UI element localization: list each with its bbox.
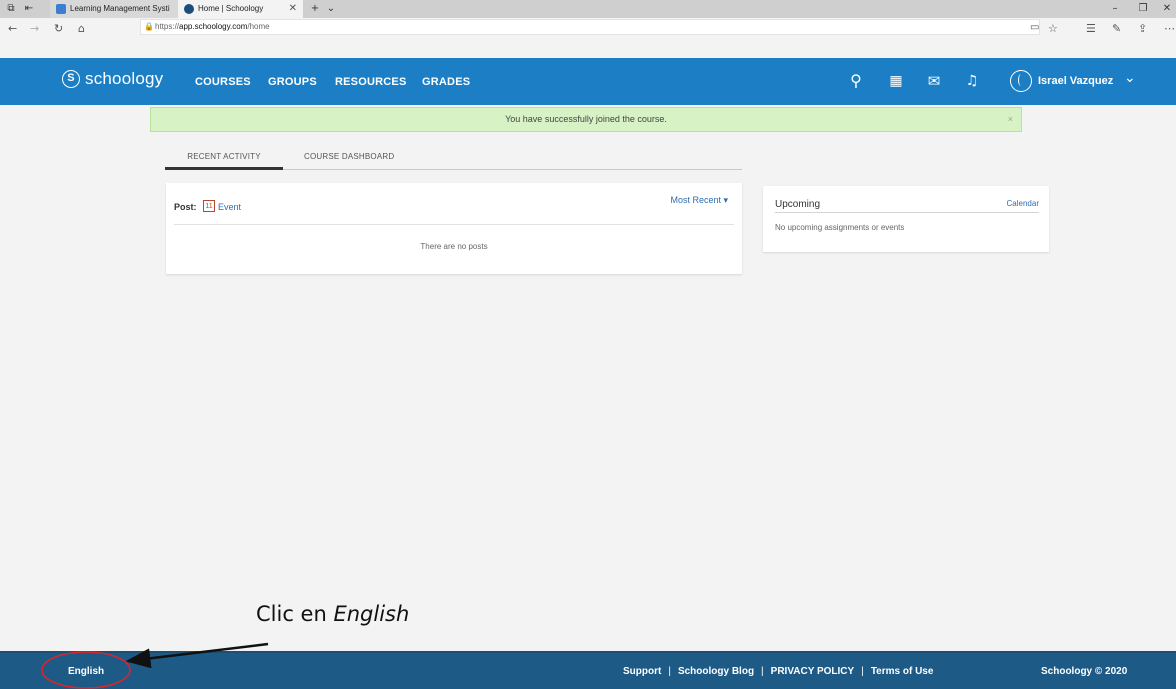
lock-icon: 🔒 [144,22,154,31]
user-name[interactable]: Israel Vazquez [1038,75,1113,87]
mail-icon[interactable]: ✉ [924,71,944,91]
browser-tab-bar: ⧉ ⇤ Learning Management Systi Home | Sch… [0,0,1176,18]
footer-link-blog[interactable]: Schoology Blog [678,666,754,677]
close-banner-icon[interactable]: × [1008,108,1013,131]
browser-tab-lms[interactable]: Learning Management Systi [50,0,178,18]
activity-tabs: RECENT ACTIVITY COURSE DASHBOARD [165,148,742,170]
empty-feed-message: There are no posts [420,242,488,251]
bell-icon[interactable]: ♫ [962,71,982,91]
url-host: app.schoology.com [179,22,248,31]
schoology-logo[interactable]: S schoology [62,69,163,89]
activity-feed-card: Post: 11 Event Most Recent ▾ There are n… [166,183,742,274]
close-tab-icon[interactable]: ✕ [289,0,297,18]
site-footer: English Support | Schoology Blog | PRIVACY P… [0,651,1176,689]
browser-address-bar: ← → ↻ ⌂ 🔒 https://app.schoology.com/home… [0,18,1176,58]
minimize-icon[interactable]: – [1108,2,1122,16]
annotation-text: Clic en English [256,602,409,626]
calendar-link[interactable]: Calendar [1007,199,1039,208]
tab-list-chevron-icon[interactable]: ⌄ [324,2,338,16]
tab-course-dashboard[interactable]: COURSE DASHBOARD [304,152,394,161]
separator: | [668,666,671,677]
sort-dropdown[interactable]: Most Recent ▾ [670,195,728,206]
schoology-logo-mark: S [62,70,80,88]
separator: | [761,666,764,677]
upcoming-card: Upcoming Calendar No upcoming assignment… [763,186,1049,252]
nav-groups[interactable]: GROUPS [268,76,317,88]
post-event-link[interactable]: Event [218,202,241,212]
browser-tab-home[interactable]: Home | Schoology ✕ [178,0,303,18]
url-prefix: https:// [155,22,180,31]
browser-tab-title: Learning Management Systi [70,4,170,13]
search-icon[interactable]: ⚲ [846,71,866,91]
tab-recent-activity[interactable]: RECENT ACTIVITY [165,148,283,170]
restore-icon[interactable]: ❐ [1136,2,1150,16]
tab-actions-icon[interactable]: ⧉ [4,2,18,16]
divider [775,212,1039,213]
site-header: S schoology COURSES GROUPS RESOURCES GRA… [0,58,1176,105]
reading-view-icon[interactable]: ▭ [1030,22,1039,33]
more-icon[interactable]: ⋯ [1164,22,1175,35]
language-selector[interactable]: English [68,666,104,677]
success-message: You have successfully joined the course. [505,114,667,124]
nav-grades[interactable]: GRADES [422,76,470,88]
refresh-icon[interactable]: ↻ [54,22,63,35]
back-icon[interactable]: ← [8,22,17,35]
nav-resources[interactable]: RESOURCES [335,76,406,88]
user-menu-chevron-icon[interactable]: ⌄ [1124,70,1136,86]
annotation-emphasis: English [333,602,410,626]
new-tab-icon[interactable]: + [308,2,322,16]
schoology-favicon-icon [56,4,66,14]
upcoming-title: Upcoming [775,199,821,210]
browser-tab-title: Home | Schoology [198,4,264,13]
copyright: Schoology © 2020 [1041,666,1128,677]
upcoming-empty-message: No upcoming assignments or events [775,223,905,232]
share-icon[interactable]: ⇪ [1138,22,1147,35]
separator: | [861,666,864,677]
success-banner: You have successfully joined the course.… [150,107,1022,132]
avatar[interactable] [1010,70,1032,92]
url-field[interactable]: 🔒 https://app.schoology.com/home [140,19,1040,35]
calendar-icon[interactable]: ▦ [886,71,906,91]
annotation-prefix: Clic en [256,602,334,626]
close-window-icon[interactable]: ✕ [1160,2,1174,16]
divider [174,224,734,225]
calendar-event-icon[interactable]: 11 [203,200,215,212]
home-icon[interactable]: ⌂ [78,22,85,35]
set-aside-tabs-icon[interactable]: ⇤ [22,2,36,16]
footer-link-support[interactable]: Support [623,666,661,677]
schoology-logo-text: schoology [85,69,164,88]
forward-icon[interactable]: → [30,22,39,35]
schoology-favicon-icon [184,4,194,14]
footer-link-terms[interactable]: Terms of Use [871,666,934,677]
post-label: Post: [174,202,197,212]
url-path: /home [247,22,270,31]
nav-courses[interactable]: COURSES [195,76,251,88]
footer-link-privacy[interactable]: PRIVACY POLICY [771,666,855,677]
notes-pen-icon[interactable]: ✎ [1112,22,1121,35]
favorite-star-icon[interactable]: ☆ [1048,22,1058,35]
favorites-hub-icon[interactable]: ☰ [1086,22,1096,35]
footer-links: Support | Schoology Blog | PRIVACY POLICY | Te… [623,666,933,677]
